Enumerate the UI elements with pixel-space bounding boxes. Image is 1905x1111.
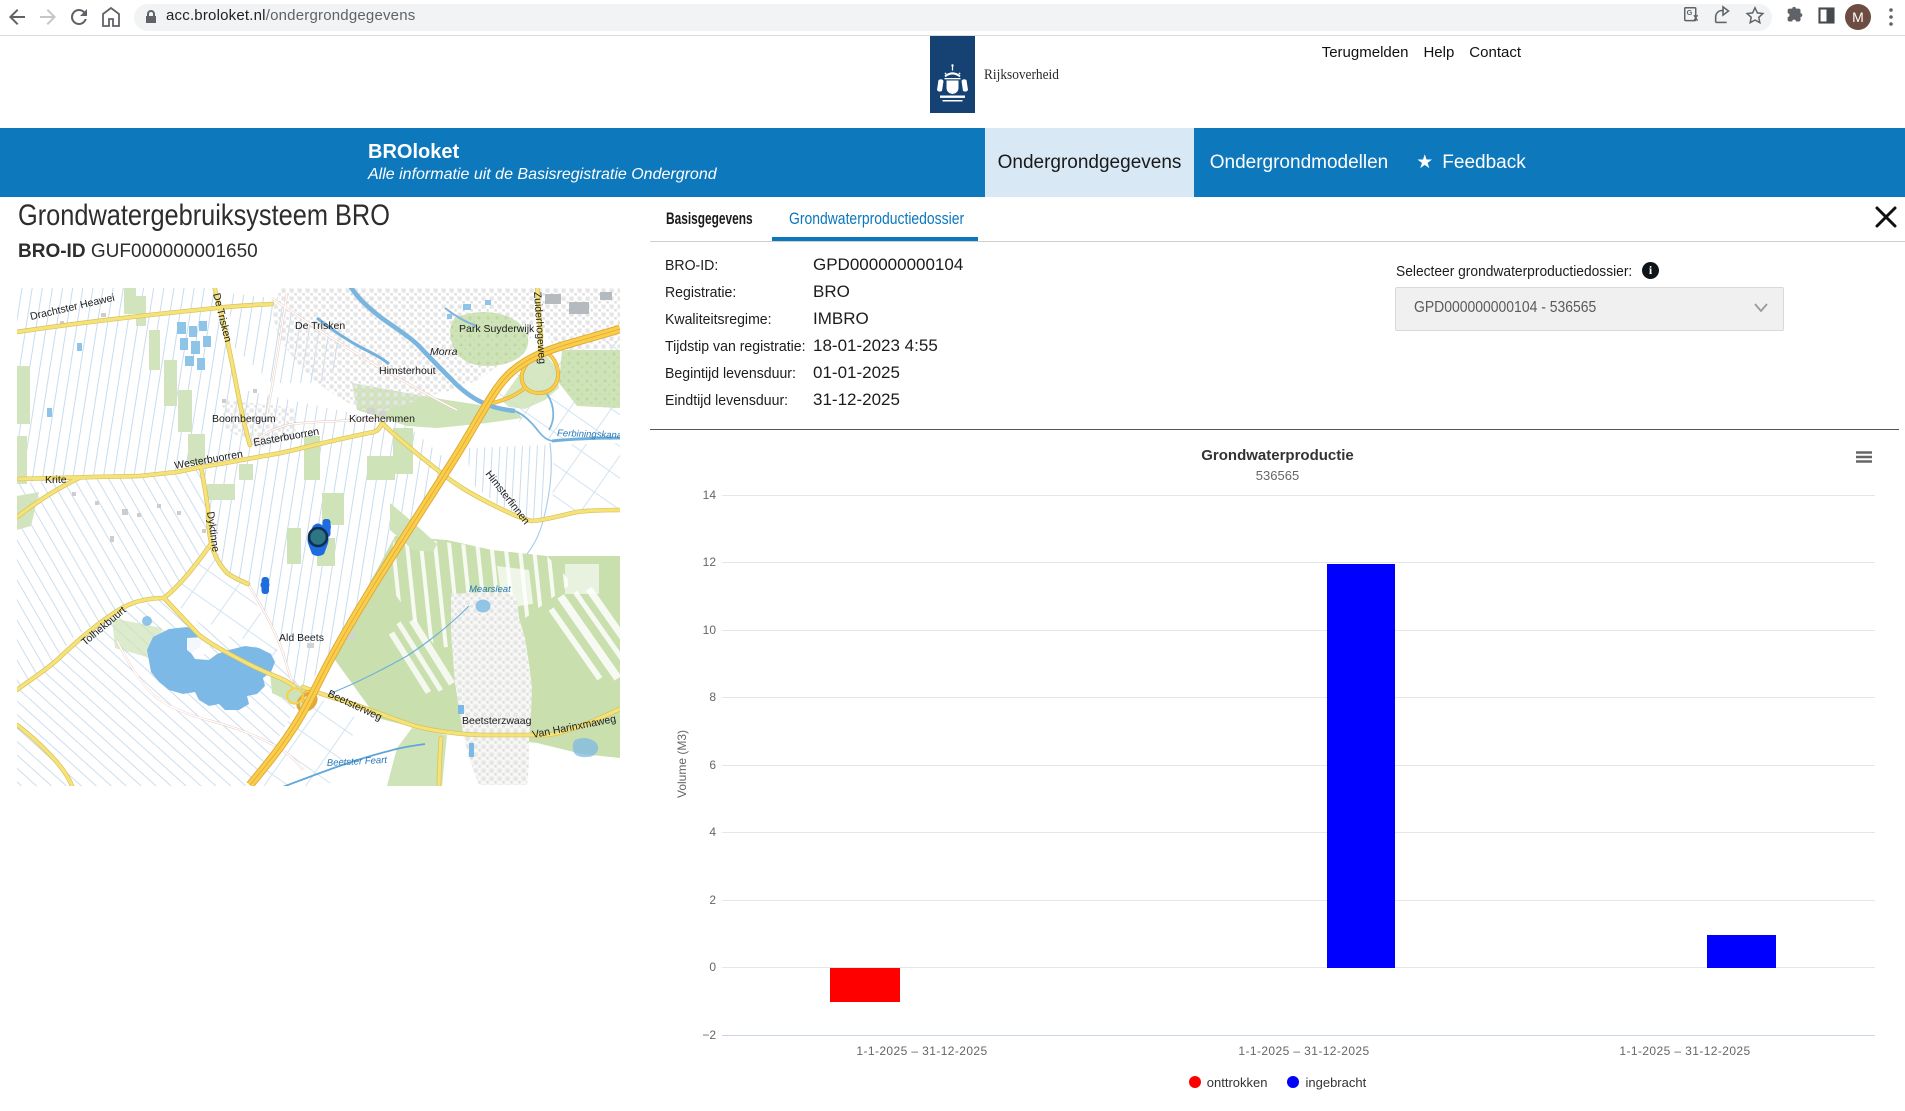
- svg-text:Krite: Krite: [45, 474, 67, 486]
- svg-text:Park Suyderwijk: Park Suyderwijk: [459, 323, 535, 335]
- svg-text:Morra: Morra: [430, 346, 458, 358]
- svg-text:Kortehemmen: Kortehemmen: [349, 413, 415, 425]
- svg-text:Beetsterzwaag: Beetsterzwaag: [462, 715, 532, 727]
- svg-text:Boornbergum: Boornbergum: [212, 413, 276, 425]
- svg-text:De Trisken: De Trisken: [295, 320, 345, 332]
- svg-text:Ald Beets: Ald Beets: [279, 632, 324, 644]
- svg-text:Himsterhout: Himsterhout: [379, 365, 436, 377]
- svg-text:Mearsleat: Mearsleat: [469, 584, 511, 595]
- svg-text:G: G: [1687, 8, 1693, 17]
